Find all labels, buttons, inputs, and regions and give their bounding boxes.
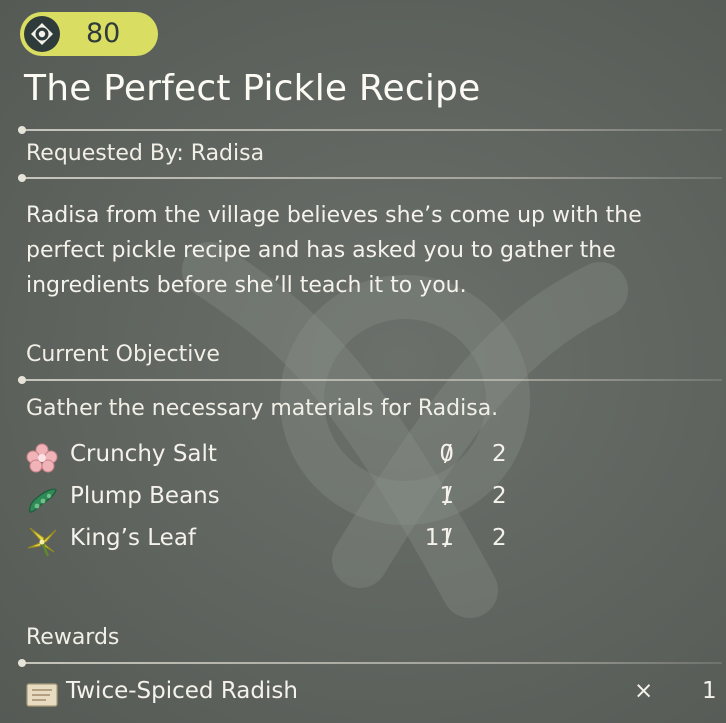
item-separator: / <box>444 441 452 467</box>
list-item: Crunchy Salt 0 / 2 <box>24 438 524 478</box>
item-separator: / <box>444 525 452 551</box>
plump-beans-icon <box>24 484 60 516</box>
reward-item: Twice-Spiced Radish × 1 <box>24 676 724 716</box>
item-required-count: 2 <box>492 441 507 467</box>
item-name: Crunchy Salt <box>70 441 217 467</box>
reward-name: Twice-Spiced Radish <box>66 678 298 704</box>
request-point-badge: 80 <box>20 12 158 56</box>
reward-multiplier-sign: × <box>634 678 654 704</box>
target-emblem-icon <box>24 16 60 52</box>
objective-text: Gather the necessary materials for Radis… <box>26 396 499 421</box>
item-required-count: 2 <box>492 525 507 551</box>
requested-by: Requested By: Radisa <box>26 141 265 166</box>
request-description: Radisa from the village believes she’s c… <box>26 203 642 298</box>
item-name: King’s Leaf <box>70 525 197 551</box>
item-required-count: 2 <box>492 483 507 509</box>
divider <box>18 126 722 134</box>
recipe-scroll-icon <box>24 680 60 710</box>
divider <box>18 174 722 182</box>
badge-value: 80 <box>86 18 121 49</box>
item-separator: / <box>444 483 452 509</box>
list-item: Plump Beans 1 / 2 <box>24 480 524 520</box>
objective-heading: Current Objective <box>26 342 220 367</box>
item-name: Plump Beans <box>70 483 220 509</box>
kings-leaf-icon <box>24 526 60 558</box>
divider <box>18 376 722 384</box>
rewards-heading: Rewards <box>26 625 120 650</box>
crunchy-salt-icon <box>24 442 60 474</box>
reward-quantity: 1 <box>702 678 717 704</box>
list-item: King’s Leaf 11 / 2 <box>24 522 524 562</box>
divider <box>18 659 722 667</box>
request-title: The Perfect Pickle Recipe <box>24 68 481 109</box>
